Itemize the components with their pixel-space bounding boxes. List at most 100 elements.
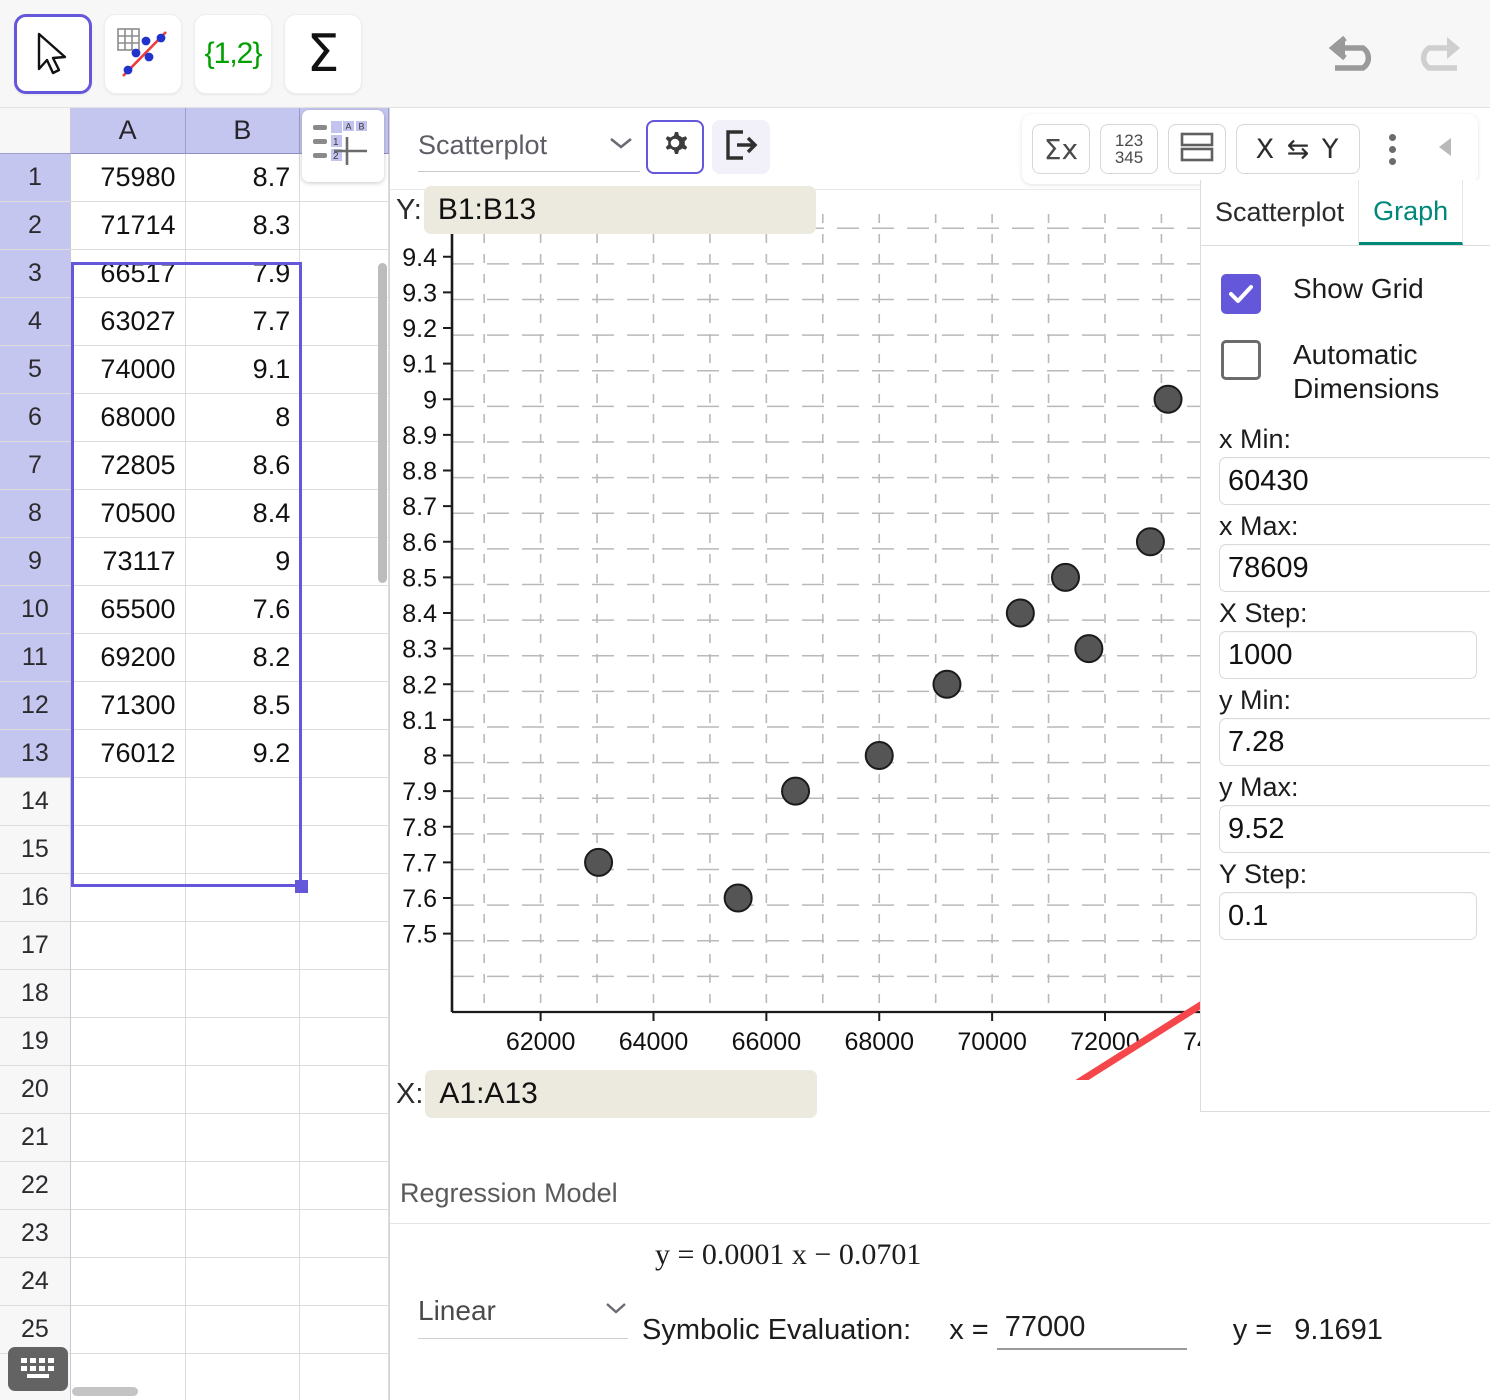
table-row[interactable]: 18	[0, 970, 389, 1018]
row-header[interactable]: 2	[0, 202, 71, 250]
cell-a[interactable]	[70, 1258, 186, 1306]
row-header[interactable]: 11	[0, 634, 71, 682]
cell-b[interactable]: 8.7	[185, 154, 301, 202]
row-header[interactable]: 18	[0, 970, 71, 1018]
cell-a[interactable]: 65500	[70, 586, 186, 634]
cell-a[interactable]: 66517	[70, 250, 186, 298]
field-input-y-min[interactable]: 7.28	[1219, 718, 1490, 767]
row-header[interactable]: 13	[0, 730, 71, 778]
scatter-point[interactable]	[932, 669, 962, 699]
cell-b[interactable]	[185, 1114, 301, 1162]
cell-b[interactable]	[185, 778, 301, 826]
row-header[interactable]: 10	[0, 586, 71, 634]
cell-a[interactable]: 71300	[70, 682, 186, 730]
cell-b[interactable]	[185, 1258, 301, 1306]
scatter-point[interactable]	[584, 847, 614, 877]
table-row[interactable]: 6 68000 8	[0, 394, 389, 442]
cell-a[interactable]	[70, 1114, 186, 1162]
row-header[interactable]: 22	[0, 1162, 71, 1210]
cell-a[interactable]	[70, 922, 186, 970]
cell-c[interactable]	[300, 538, 389, 586]
cell-b[interactable]: 9	[185, 538, 301, 586]
row-header[interactable]: 14	[0, 778, 71, 826]
cell-a[interactable]: 75980	[70, 154, 186, 202]
cell-c[interactable]	[300, 1114, 389, 1162]
table-row[interactable]: 23	[0, 1210, 389, 1258]
cell-c[interactable]	[300, 1066, 389, 1114]
cell-a[interactable]: 76012	[70, 730, 186, 778]
table-row[interactable]: 16	[0, 874, 389, 922]
cell-a[interactable]	[70, 874, 186, 922]
row-header[interactable]: 12	[0, 682, 71, 730]
scatter-point[interactable]	[1153, 384, 1183, 414]
table-row[interactable]: 24	[0, 1258, 389, 1306]
row-header[interactable]: 17	[0, 922, 71, 970]
cell-b[interactable]	[185, 1354, 301, 1400]
regression-model-dropdown[interactable]: Linear	[418, 1283, 628, 1339]
cell-b[interactable]: 8.4	[185, 490, 301, 538]
table-row[interactable]: 2 71714 8.3	[0, 202, 389, 250]
row-header[interactable]: 5	[0, 346, 71, 394]
scatter-point[interactable]	[1135, 527, 1165, 557]
spreadsheet-vertical-scrollbar[interactable]	[378, 263, 387, 583]
cell-c[interactable]	[300, 586, 389, 634]
cell-a[interactable]: 72805	[70, 442, 186, 490]
cell-a[interactable]	[70, 970, 186, 1018]
cell-b[interactable]	[185, 922, 301, 970]
cell-c[interactable]	[300, 298, 389, 346]
cell-c[interactable]	[300, 970, 389, 1018]
row-header[interactable]: 3	[0, 250, 71, 298]
spreadsheet-horizontal-scrollbar[interactable]	[72, 1387, 138, 1396]
table-row[interactable]: 20	[0, 1066, 389, 1114]
row-header[interactable]: 6	[0, 394, 71, 442]
cell-a[interactable]	[70, 778, 186, 826]
create-chart-from-data-button[interactable]: AB 12 AB	[302, 110, 384, 182]
cell-a[interactable]: 71714	[70, 202, 186, 250]
plot-type-dropdown[interactable]: Scatterplot	[418, 120, 640, 172]
tab-scatterplot[interactable]: Scatterplot	[1201, 180, 1360, 245]
row-header[interactable]: 15	[0, 826, 71, 874]
cell-c[interactable]	[300, 826, 389, 874]
cell-c[interactable]	[300, 1354, 389, 1400]
undo-button[interactable]	[1324, 22, 1390, 84]
spreadsheet[interactable]: A B 1 75980 8.7 2 71714 8.3 3 66517 7.9 4 63027 7.7…	[0, 108, 390, 1400]
automatic-dimensions-checkbox[interactable]	[1221, 340, 1261, 380]
row-header[interactable]: 20	[0, 1066, 71, 1114]
cell-selection-handle[interactable]	[295, 880, 308, 893]
cell-b[interactable]	[185, 1210, 301, 1258]
scatter-point[interactable]	[1005, 598, 1035, 628]
cell-b[interactable]: 7.6	[185, 586, 301, 634]
table-row[interactable]: 13 76012 9.2	[0, 730, 389, 778]
cell-c[interactable]	[300, 730, 389, 778]
cell-c[interactable]	[300, 682, 389, 730]
collapse-panel-button[interactable]	[1424, 124, 1468, 174]
export-chart-button[interactable]	[712, 120, 770, 174]
field-input-x-min[interactable]: 60430	[1219, 457, 1490, 506]
table-row[interactable]: 3 66517 7.9	[0, 250, 389, 298]
cell-b[interactable]	[185, 826, 301, 874]
show-grid-row[interactable]: Show Grid	[1201, 260, 1490, 326]
cell-b[interactable]: 9.2	[185, 730, 301, 778]
cell-b[interactable]	[185, 1306, 301, 1354]
cell-b[interactable]: 7.9	[185, 250, 301, 298]
cell-c[interactable]	[300, 250, 389, 298]
statistics-button[interactable]: Σx	[1032, 124, 1090, 174]
table-row[interactable]: 17	[0, 922, 389, 970]
cell-b[interactable]	[185, 970, 301, 1018]
row-header[interactable]: 9	[0, 538, 71, 586]
data-table-button[interactable]: 123 345	[1100, 124, 1158, 174]
cell-a[interactable]	[70, 1066, 186, 1114]
cell-c[interactable]	[300, 1306, 389, 1354]
one-variable-analysis-button[interactable]: Σ	[284, 14, 362, 94]
field-input-y-max[interactable]: 9.52	[1219, 805, 1490, 854]
row-header[interactable]: 16	[0, 874, 71, 922]
table-row[interactable]: 14	[0, 778, 389, 826]
cell-b[interactable]	[185, 1066, 301, 1114]
cell-a[interactable]: 74000	[70, 346, 186, 394]
chart-settings-button[interactable]	[646, 120, 704, 174]
cell-a[interactable]: 70500	[70, 490, 186, 538]
swap-xy-button[interactable]: X ⇆ Y	[1236, 124, 1360, 174]
column-header-b[interactable]: B	[185, 108, 301, 154]
scatter-point[interactable]	[1074, 634, 1104, 664]
cell-a[interactable]: 63027	[70, 298, 186, 346]
